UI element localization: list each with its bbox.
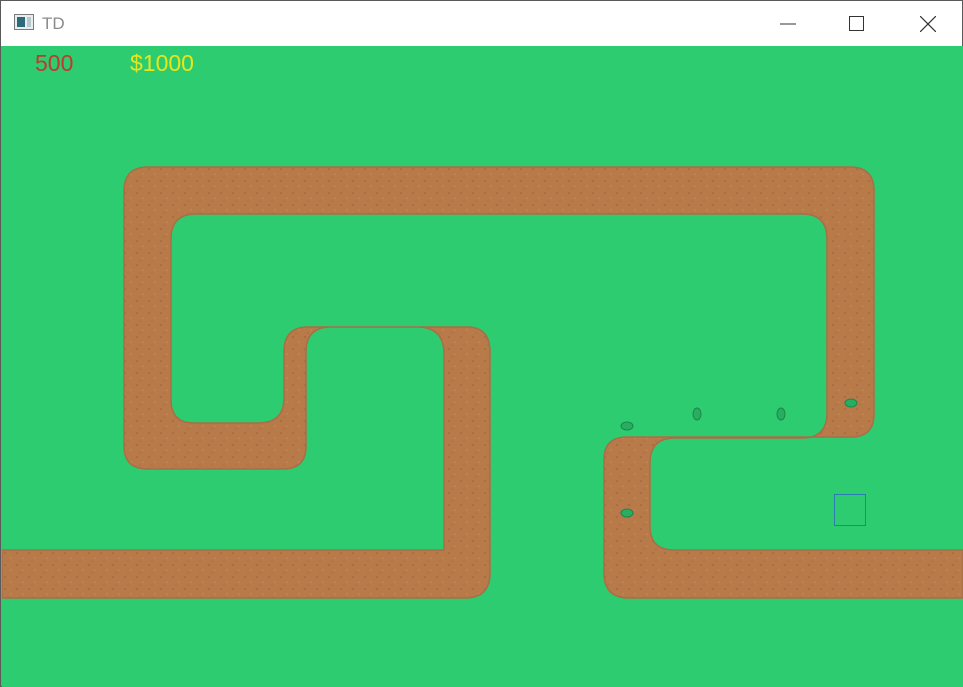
enemy[interactable] bbox=[776, 407, 786, 421]
game-canvas[interactable]: 500 $1000 bbox=[2, 46, 963, 687]
close-button[interactable] bbox=[905, 1, 951, 46]
enemy[interactable] bbox=[620, 508, 634, 518]
lives-counter: 500 bbox=[35, 50, 74, 76]
app-icon bbox=[14, 14, 34, 30]
enemies bbox=[620, 398, 858, 518]
tower-placement-cursor[interactable] bbox=[834, 494, 866, 526]
maximize-button[interactable] bbox=[834, 1, 880, 46]
minimize-button[interactable] bbox=[765, 1, 811, 46]
window-title: TD bbox=[42, 14, 65, 33]
game-window: TD 500 $1000 bbox=[0, 0, 963, 687]
money-counter: $1000 bbox=[130, 50, 194, 76]
close-icon bbox=[920, 15, 936, 32]
enemy[interactable] bbox=[692, 407, 702, 421]
map bbox=[2, 166, 963, 599]
title-bar[interactable]: TD bbox=[1, 1, 962, 46]
minimize-icon bbox=[780, 23, 796, 24]
enemy[interactable] bbox=[844, 398, 858, 408]
path-segment bbox=[2, 166, 963, 599]
enemy[interactable] bbox=[620, 421, 634, 431]
maximize-icon bbox=[849, 15, 864, 31]
enemy-path bbox=[2, 166, 963, 599]
